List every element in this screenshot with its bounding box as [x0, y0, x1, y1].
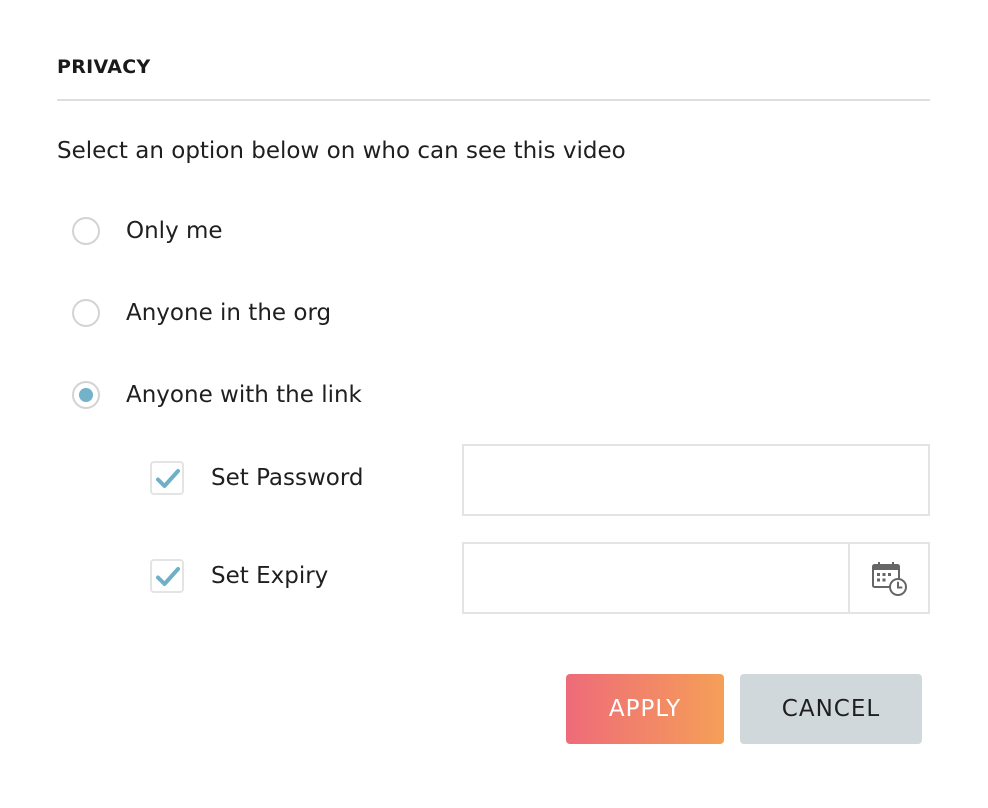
cancel-button[interactable]: CANCEL: [740, 674, 922, 744]
divider: [57, 99, 930, 101]
password-input[interactable]: [462, 444, 930, 516]
privacy-panel: PRIVACY Select an option below on who ca…: [0, 0, 988, 808]
radio-option-anyone-with-link[interactable]: Anyone with the link: [72, 379, 362, 411]
set-expiry-option[interactable]: Set Expiry: [150, 558, 328, 594]
set-expiry-label: Set Expiry: [211, 563, 329, 589]
checkmark-icon: [156, 469, 180, 488]
radio-button-anyone-in-org[interactable]: [72, 299, 100, 327]
section-title: PRIVACY: [57, 56, 151, 78]
radio-button-only-me[interactable]: [72, 217, 100, 245]
radio-label-only-me: Only me: [126, 218, 223, 244]
set-expiry-checkbox[interactable]: [150, 559, 184, 593]
set-password-option[interactable]: Set Password: [150, 460, 364, 496]
radio-option-anyone-in-org[interactable]: Anyone in the org: [72, 297, 331, 329]
set-password-checkbox[interactable]: [150, 461, 184, 495]
radio-option-only-me[interactable]: Only me: [72, 215, 223, 247]
privacy-prompt: Select an option below on who can see th…: [57, 138, 626, 164]
expiry-date-input[interactable]: [464, 544, 848, 612]
radio-label-anyone-in-org: Anyone in the org: [126, 300, 332, 326]
radio-button-anyone-with-link[interactable]: [72, 381, 100, 409]
radio-label-anyone-with-link: Anyone with the link: [126, 382, 362, 408]
calendar-clock-icon: [872, 562, 907, 596]
date-picker-button[interactable]: [848, 544, 928, 612]
apply-button[interactable]: APPLY: [566, 674, 724, 744]
checkmark-icon: [156, 567, 180, 586]
set-password-label: Set Password: [211, 465, 364, 491]
expiry-date-field: [462, 542, 930, 614]
